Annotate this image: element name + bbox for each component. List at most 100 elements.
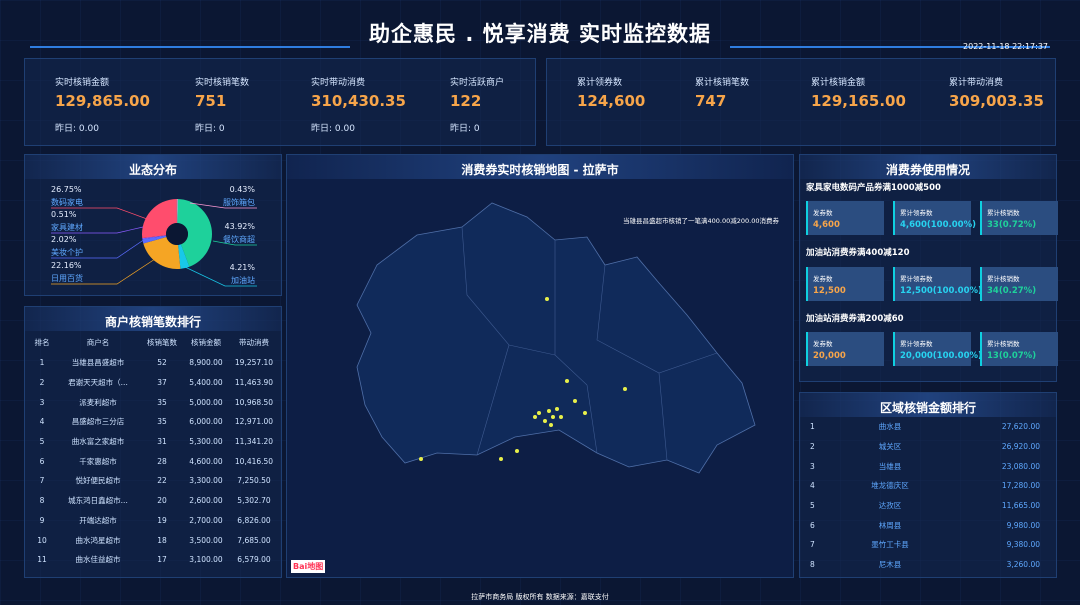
map-notice: 当雄县昌盛超市核销了一笔满400.00减200.00消费券 (623, 217, 779, 225)
table-cell: 7,685.00 (237, 535, 271, 545)
coupon-stat-box: 累计领券数 12,500(100.00%) (893, 267, 982, 301)
merchant-dot[interactable] (533, 415, 537, 419)
merchant-dot[interactable] (545, 297, 549, 301)
table-cell: 17 (157, 555, 167, 565)
table-cell: 当雄县 (878, 461, 902, 471)
stat-label: 实时核销笔数 (195, 78, 250, 88)
coupon-stat-value: 4,600 (813, 220, 840, 230)
merchant-dot[interactable] (547, 409, 551, 413)
table-cell: 林周县 (878, 520, 902, 530)
stat-yesterday: 昨日: 0.00 (55, 124, 99, 134)
table-row: 6 千家惠超市 28 4,600.00 10,416.50 (29, 451, 279, 471)
table-cell: 23,080.00 (1001, 461, 1040, 471)
merchant-dot[interactable] (565, 379, 569, 383)
merchant-dot[interactable] (499, 457, 503, 461)
merchant-dot[interactable] (551, 415, 555, 419)
coupon-stat-box: 发券数 12,500 (806, 267, 884, 301)
table-cell: 8 (39, 496, 45, 506)
stat-label: 实时核销金额 (55, 78, 110, 88)
table-cell: 27,620.00 (1001, 422, 1040, 432)
table-cell: 11,341.20 (234, 437, 274, 447)
table-cell: 3,100.00 (189, 555, 223, 565)
pie-pct: 0.51% (51, 210, 77, 219)
table-cell: 10,968.50 (234, 397, 274, 407)
merchant-dot[interactable] (549, 423, 553, 427)
merchant-dot[interactable] (623, 387, 627, 391)
table-cell: 君谢天天超市（... (68, 378, 128, 388)
map-panel[interactable]: 消费券实时核销地图 - 拉萨市 当雄县昌盛超市核销了一笔满400.00减200.… (286, 154, 794, 578)
table-cell: 6,826.00 (237, 515, 271, 525)
col-header: 带动消费 (239, 337, 269, 347)
coupon-stat-value: 20,000(100.00%) (900, 351, 982, 361)
stat-yesterday: 昨日: 0.00 (311, 124, 355, 134)
stat-label: 累计领券数 (577, 78, 623, 88)
stat-value: 129,865.00 (55, 92, 150, 110)
coupon-group-name: 加油站消费券满200减60 (806, 314, 904, 324)
table-cell: 11,665.00 (1001, 501, 1040, 511)
coupon-stat-label: 累计核销数 (987, 209, 1020, 217)
table-cell: 4 (810, 481, 815, 491)
merchant-dot[interactable] (419, 457, 423, 461)
coupon-stat-label: 累计核销数 (987, 340, 1020, 348)
col-header: 排名 (34, 337, 50, 347)
table-cell: 尼木县 (878, 560, 902, 570)
stat-value: 747 (695, 92, 727, 110)
coupon-stat-value: 13(0.07%) (987, 351, 1037, 361)
coupon-stat-box: 发券数 20,000 (806, 332, 884, 366)
pie-pct: 4.21% (229, 263, 255, 272)
table-row: 4 堆龙德庆区 17,280.00 (804, 476, 1054, 496)
stat-value: 122 (450, 92, 482, 110)
table-row: 6 林周县 9,980.00 (804, 515, 1054, 535)
table-cell: 2,600.00 (189, 496, 223, 506)
coupon-group-name: 加油站消费券满400减120 (806, 248, 910, 258)
table-row: 1 曲水县 27,620.00 (804, 417, 1054, 437)
merchant-dot[interactable] (555, 407, 559, 411)
table-cell: 1 (39, 358, 45, 368)
pie-name: 家具建材 (51, 223, 83, 232)
stat-value: 129,165.00 (811, 92, 906, 110)
table-row: 1 当雄县昌盛超市 52 8,900.00 19,257.10 (29, 353, 279, 373)
table-cell: 20 (157, 496, 167, 506)
table-cell: 19 (157, 515, 167, 525)
table-cell: 千家惠超市 (79, 456, 117, 466)
table-row: 11 曲水佳益超市 17 3,100.00 6,579.00 (29, 550, 279, 570)
table-cell: 4 (39, 417, 45, 427)
business-distribution-panel: 业态分布 26.75% 数码家电 0.51% 家具建材 2.02% 美妆个护 2… (24, 154, 282, 296)
merchant-dot[interactable] (537, 411, 541, 415)
table-cell: 当雄县昌盛超市 (71, 358, 125, 368)
table-cell: 3 (810, 461, 815, 471)
stat-label: 实时带动消费 (311, 78, 366, 88)
pie-pct: 0.43% (229, 185, 255, 194)
table-cell: 2 (39, 378, 45, 388)
coupon-stat-box: 累计核销数 13(0.07%) (980, 332, 1058, 366)
table-cell: 7 (39, 476, 45, 486)
panel-title: 商户核销笔数排行 (104, 315, 201, 329)
merchant-dot[interactable] (573, 399, 577, 403)
merchant-dot[interactable] (543, 419, 547, 423)
table-row: 3 当雄县 23,080.00 (804, 456, 1054, 476)
merchant-dot[interactable] (559, 415, 563, 419)
merchant-dot[interactable] (515, 449, 519, 453)
table-cell: 12,971.00 (234, 417, 274, 427)
city-boundary (356, 202, 756, 474)
pie-name: 服饰箱包 (223, 198, 255, 207)
stat-yesterday: 昨日: 0 (195, 124, 225, 134)
table-cell: 35 (157, 397, 167, 407)
pie-name: 数码家电 (51, 198, 83, 207)
realtime-stats-panel: 实时核销金额 129,865.00 昨日: 0.00 实时核销笔数 751 昨日… (24, 58, 536, 146)
coupon-stat-box: 累计领券数 4,600(100.00%) (893, 201, 976, 235)
merchant-dot[interactable] (583, 411, 587, 415)
merchant-rows: 1 当雄县昌盛超市 52 8,900.00 19,257.10 2 君谢天天超市（... 37… (29, 353, 279, 570)
coupon-stat-label: 累计领券数 (900, 340, 933, 348)
table-cell: 9,980.00 (1006, 520, 1040, 530)
coupon-stat-label: 累计领券数 (900, 275, 933, 283)
table-cell: 2 (810, 442, 815, 452)
table-cell: 6 (39, 456, 45, 466)
table-row: 9 开端达超市 19 2,700.00 6,826.00 (29, 511, 279, 531)
table-row: 2 君谢天天超市（... 37 5,400.00 11,463.90 (29, 373, 279, 393)
stat-label: 累计核销金额 (811, 78, 866, 88)
table-cell: 22 (157, 476, 167, 486)
coupon-stat-value: 33(0.72%) (987, 220, 1037, 230)
table-cell: 19,257.10 (234, 358, 274, 368)
stat-value: 309,003.35 (949, 92, 1044, 110)
